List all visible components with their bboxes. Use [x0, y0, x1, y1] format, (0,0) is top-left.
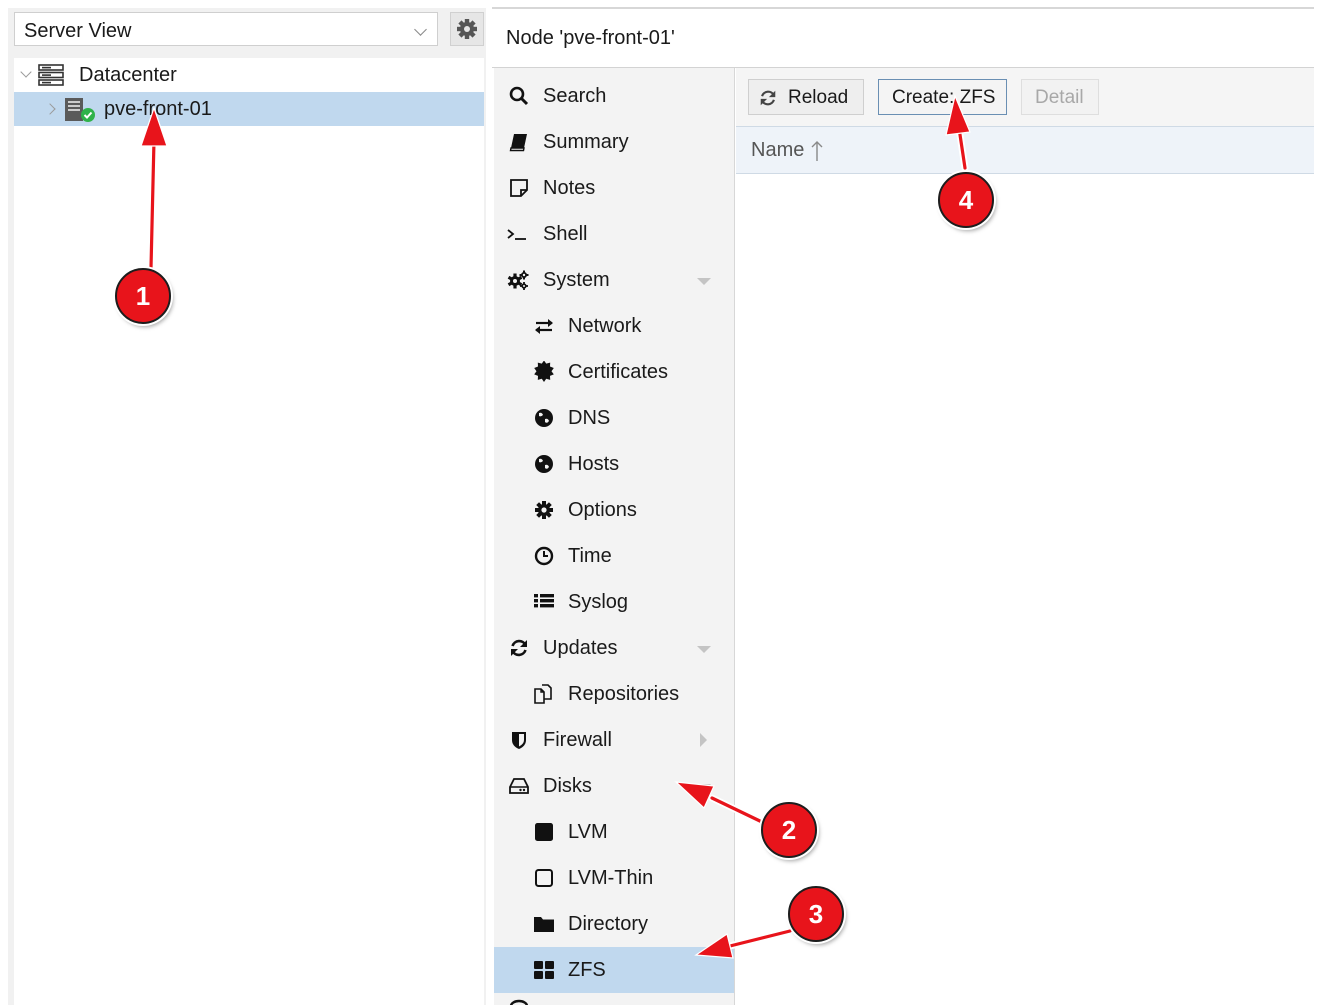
- annotation-arrows: [140, 94, 971, 959]
- annotation-marker-2: 2: [761, 802, 817, 858]
- annotation-marker-4: 4: [938, 172, 994, 228]
- annotation-marker-1: 1: [115, 268, 171, 324]
- annotation-marker-3: 3: [788, 886, 844, 942]
